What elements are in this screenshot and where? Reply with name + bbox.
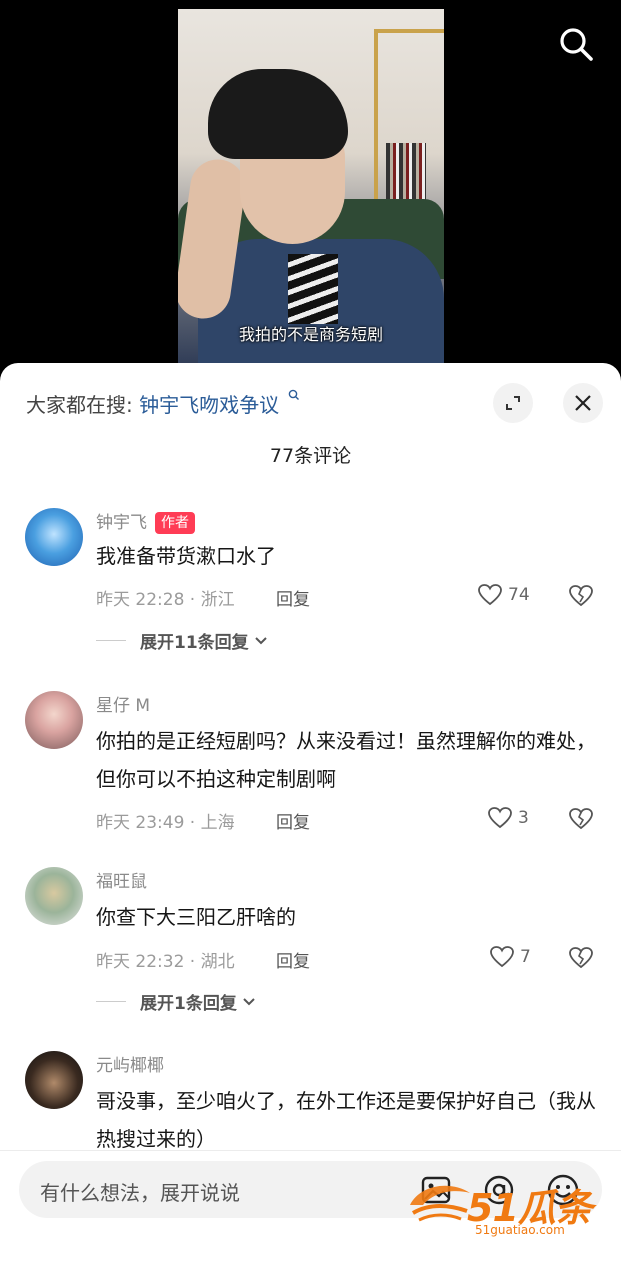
expand-button[interactable] (493, 383, 533, 423)
expand-replies-button[interactable]: 展开1条回复 (96, 989, 257, 1014)
heart-icon (490, 946, 514, 968)
heart-icon (478, 584, 502, 606)
broken-heart-icon[interactable] (568, 584, 594, 608)
comment-text: 我准备带货漱口水了 (96, 544, 276, 568)
video-frame[interactable]: 我拍的不是商务短剧 (178, 9, 444, 369)
video-player[interactable]: 我拍的不是商务短剧 (0, 0, 621, 370)
like-count: 74 (508, 585, 530, 605)
avatar[interactable] (25, 508, 83, 566)
comment-text: 你查下大三阳乙肝啥的 (96, 905, 296, 929)
site-watermark: 51瓜条 51guatiao.com (405, 1175, 605, 1245)
avatar[interactable] (25, 1051, 83, 1109)
watermark-logo-icon (410, 1185, 470, 1222)
hot-search-link[interactable]: 大家都在搜: 钟宇飞吻戏争议 (26, 389, 300, 418)
author-badge: 作者 (155, 512, 195, 534)
like-button[interactable]: 3 (487, 806, 529, 830)
comment-text: 你拍的是正经短剧吗？从来没看过！虽然理解你的难处，但你可以不拍这种定制剧啊 (96, 729, 596, 791)
comment-sheet: 大家都在搜: 钟宇飞吻戏争议 77条评论 钟宇飞 作者 我准备带货漱口水了 昨天 … (0, 363, 621, 1280)
person-hair (208, 69, 348, 159)
like-button[interactable]: 7 (489, 945, 531, 969)
comment-time-location: 昨天 22:32 · 湖北 (96, 952, 235, 972)
avatar[interactable] (25, 867, 83, 925)
comment-text: 哥没事，至少咱火了，在外工作还是要保护好自己（我从热搜过来的） (96, 1089, 596, 1151)
comment-username[interactable]: 星仔 M (96, 691, 150, 716)
comment-time-location: 昨天 22:28 · 浙江 (96, 590, 235, 610)
expand-icon (506, 396, 520, 410)
broken-heart-icon[interactable] (568, 946, 594, 970)
reply-button[interactable]: 回复 (276, 808, 310, 833)
hot-search-prefix: 大家都在搜: (26, 393, 133, 417)
comment-input-placeholder: 有什么想法，展开说说 (40, 1181, 240, 1205)
heart-icon (488, 807, 512, 829)
chevron-down-icon (254, 636, 267, 644)
search-icon (289, 389, 300, 400)
comment-username[interactable]: 元屿椰椰 (96, 1051, 164, 1076)
broken-heart-icon[interactable] (568, 807, 594, 831)
reply-button[interactable]: 回复 (276, 585, 310, 610)
chevron-down-icon (243, 997, 255, 1005)
expand-replies-button[interactable]: 展开11条回复 (96, 628, 269, 653)
close-icon (575, 395, 591, 411)
close-button[interactable] (563, 383, 603, 423)
like-button[interactable]: 74 (477, 583, 530, 607)
watermark-url: 51guatiao.com (475, 1223, 565, 1237)
person-shirt (288, 254, 338, 324)
avatar[interactable] (25, 691, 83, 749)
comment-username[interactable]: 福旺鼠 (96, 867, 147, 892)
comment-username[interactable]: 钟宇飞 作者 (96, 508, 195, 534)
reply-button[interactable]: 回复 (276, 947, 310, 972)
like-count: 3 (518, 808, 529, 828)
hot-search-term[interactable]: 钟宇飞吻戏争议 (139, 393, 279, 417)
comment-count: 77条评论 (269, 445, 352, 467)
video-subtitle: 我拍的不是商务短剧 (238, 325, 383, 344)
like-count: 7 (520, 947, 531, 967)
search-icon[interactable] (558, 26, 594, 62)
comment-time-location: 昨天 23:49 · 上海 (96, 813, 235, 833)
